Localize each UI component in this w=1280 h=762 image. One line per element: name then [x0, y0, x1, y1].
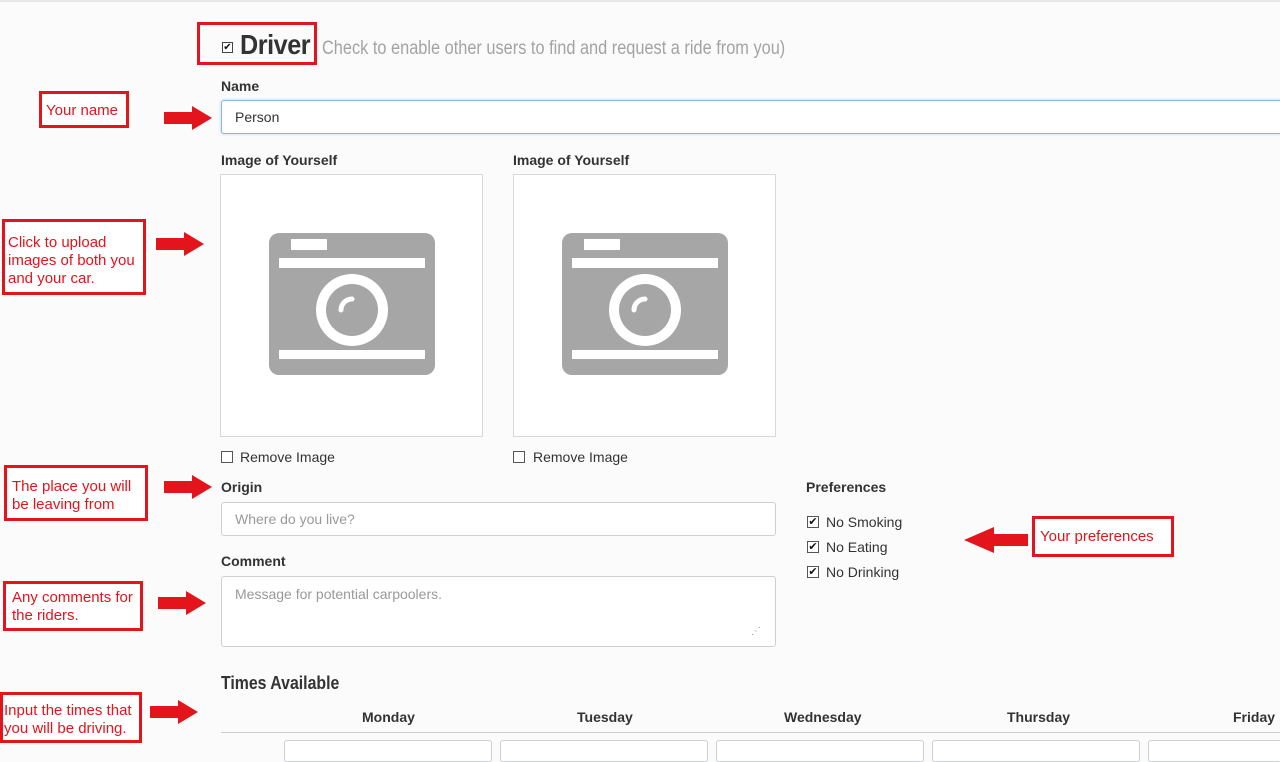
time-input-thursday[interactable] [932, 740, 1140, 762]
driver-hint: Check to enable other users to find and … [322, 38, 786, 59]
arrow-right-icon [158, 591, 206, 615]
no-smoking-label: No Smoking [826, 514, 903, 530]
annotation-times: Input the times that you will be driving… [0, 692, 142, 743]
times-divider [221, 732, 1280, 733]
time-input-tuesday[interactable] [500, 740, 708, 762]
remove-image-1-checkbox[interactable] [221, 451, 233, 463]
comment-label: Comment [221, 553, 286, 569]
origin-label: Origin [221, 479, 263, 495]
resize-grip-icon[interactable]: ⋰ [751, 626, 761, 637]
remove-image-2-checkbox[interactable] [513, 451, 525, 463]
remove-image-1-label: Remove Image [240, 449, 335, 465]
driver-title: Driver [240, 29, 311, 60]
day-thursday: Thursday [1007, 709, 1071, 725]
times-available-heading: Times Available [221, 673, 340, 693]
annotation-origin: The place you will be leaving from [4, 465, 148, 521]
arrow-right-icon [156, 232, 204, 256]
annotation-upload: Click to upload images of both you and y… [2, 219, 146, 295]
time-input-wednesday[interactable] [716, 740, 924, 762]
annotation-your-name: Your name [39, 91, 129, 128]
no-smoking-checkbox[interactable]: ✔ [807, 516, 819, 528]
preferences-label: Preferences [806, 479, 887, 495]
time-input-monday[interactable] [284, 740, 492, 762]
camera-icon [562, 233, 728, 375]
day-friday: Friday [1233, 709, 1276, 725]
no-drinking-checkbox[interactable]: ✔ [807, 566, 819, 578]
comment-textarea[interactable] [221, 576, 776, 647]
image-2-label: Image of Yourself [513, 152, 630, 168]
day-monday: Monday [362, 709, 415, 725]
arrow-left-icon [964, 527, 1028, 553]
top-border [0, 0, 1280, 2]
image-1-label: Image of Yourself [221, 152, 338, 168]
arrow-right-icon [164, 475, 212, 499]
annotation-comments: Any comments for the riders. [3, 581, 143, 631]
no-drinking-label: No Drinking [826, 564, 900, 580]
annotation-preferences: Your preferences [1032, 516, 1174, 557]
origin-input[interactable] [221, 502, 776, 536]
camera-icon [269, 233, 435, 375]
day-tuesday: Tuesday [577, 709, 633, 725]
image-upload-2[interactable] [513, 174, 776, 437]
no-eating-label: No Eating [826, 539, 888, 555]
name-label: Name [221, 78, 260, 94]
day-wednesday: Wednesday [784, 709, 862, 725]
name-input[interactable] [221, 100, 1280, 134]
driver-checkbox[interactable]: ✔ [222, 42, 233, 53]
arrow-right-icon [150, 700, 198, 724]
no-eating-checkbox[interactable]: ✔ [807, 541, 819, 553]
time-input-friday[interactable] [1148, 740, 1280, 762]
arrow-right-icon [164, 106, 212, 130]
image-upload-1[interactable] [220, 174, 483, 437]
remove-image-2-label: Remove Image [533, 449, 628, 465]
